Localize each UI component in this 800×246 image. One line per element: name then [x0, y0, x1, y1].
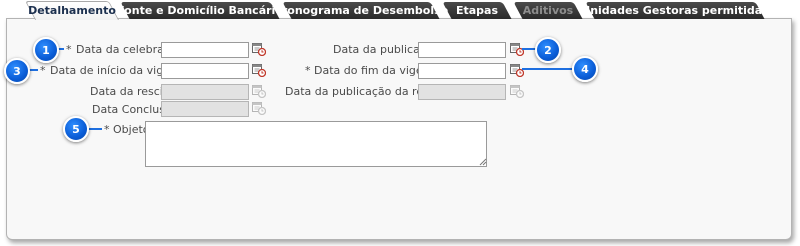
data-publicacao-rescisao-input: [418, 84, 506, 100]
tab-cronograma-desembolso[interactable]: Cronograma de Desembolso: [274, 2, 448, 19]
objeto-textarea[interactable]: [145, 121, 487, 167]
required-mark: *: [66, 43, 72, 56]
required-mark: *: [104, 123, 110, 136]
tab-detalhamento[interactable]: Detalhamento: [24, 1, 120, 20]
calendar-clock-icon: [510, 85, 524, 98]
data-celebracao-input[interactable]: [161, 42, 249, 58]
callout-connector: [522, 48, 536, 50]
callout-badge-5: 5: [63, 116, 89, 142]
callout-badge-2: 2: [535, 37, 561, 63]
tab-aditivos: Aditivos: [513, 2, 583, 19]
callout-badge-4: 4: [572, 56, 598, 82]
callout-connector: [522, 68, 572, 70]
calendar-clock-icon: [252, 102, 266, 115]
required-mark: *: [40, 64, 46, 77]
data-inicio-vigencia-input[interactable]: [161, 63, 249, 79]
tab-unidades-gestoras[interactable]: Unidades Gestoras permitidas: [581, 2, 769, 19]
resize-grip-icon[interactable]: [479, 158, 487, 166]
calendar-clock-icon[interactable]: [252, 42, 266, 56]
callout-badge-1: 1: [33, 37, 59, 63]
calendar-clock-icon[interactable]: [510, 63, 524, 77]
data-publicacao-input[interactable]: [418, 42, 506, 58]
tab-fonte-domicilio-bancario[interactable]: Fonte e Domicílio Bancário: [117, 2, 283, 19]
required-mark: *: [305, 64, 311, 77]
data-conclusao-input: [161, 101, 249, 117]
tab-bar: Detalhamento Fonte e Domicílio Bancário …: [0, 0, 800, 20]
data-fim-vigencia-input[interactable]: [418, 63, 506, 79]
callout-badge-3: 3: [4, 58, 30, 84]
calendar-clock-icon: [252, 85, 266, 98]
calendar-clock-icon[interactable]: [252, 63, 266, 77]
data-rescisao-input: [161, 84, 249, 100]
tab-etapas[interactable]: Etapas: [442, 2, 512, 19]
